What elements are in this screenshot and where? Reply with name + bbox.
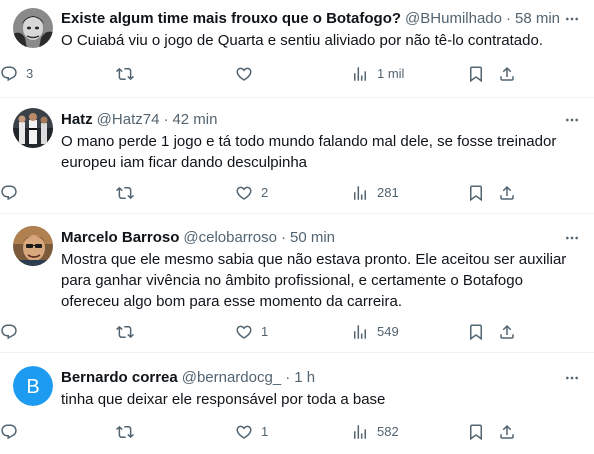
avatar[interactable]: B: [13, 366, 53, 406]
share-icon: [498, 323, 516, 341]
bookmark-icon: [467, 65, 485, 83]
retweet-icon: [116, 65, 134, 83]
avatar[interactable]: [13, 8, 53, 48]
bookmark-icon: [467, 423, 485, 441]
tweet-item[interactable]: Marcelo Barroso @celobarroso · 50 min Mo…: [0, 214, 594, 353]
avatar[interactable]: [13, 226, 53, 266]
bookmark-button[interactable]: [467, 183, 485, 203]
retweet-button[interactable]: [116, 422, 142, 442]
retweet-icon: [116, 323, 134, 341]
reply-button[interactable]: [0, 183, 26, 203]
reply-button[interactable]: [0, 322, 26, 342]
separator-dot: ·: [280, 229, 286, 246]
display-name[interactable]: Existe algum time mais frouxo que o Bota…: [61, 9, 401, 29]
view-count: 281: [377, 185, 399, 200]
heart-icon: [235, 323, 253, 341]
timestamp[interactable]: 58 min: [515, 9, 560, 29]
tweet-header: Hatz @Hatz74 · 42 min: [61, 110, 580, 130]
view-count: 549: [377, 324, 399, 339]
views-chart-icon: [351, 423, 369, 441]
share-button[interactable]: [498, 183, 516, 203]
reply-icon: [0, 65, 18, 83]
retweet-icon: [116, 423, 134, 441]
action-bar: 2 281: [0, 183, 594, 203]
share-button[interactable]: [498, 64, 516, 84]
reply-count: 3: [26, 66, 34, 81]
share-icon: [498, 423, 516, 441]
bookmark-icon: [467, 184, 485, 202]
separator-dot: ·: [285, 369, 291, 386]
share-button[interactable]: [498, 422, 516, 442]
user-handle[interactable]: @bernardocg_: [182, 368, 281, 388]
reply-icon: [0, 423, 18, 441]
action-bar: 1 549: [0, 322, 594, 342]
heart-icon: [235, 65, 253, 83]
more-options-icon[interactable]: [564, 11, 580, 27]
tweet-text: O mano perde 1 jogo e tá todo mundo fala…: [61, 133, 557, 171]
like-count: 2: [261, 185, 269, 200]
retweet-icon: [116, 184, 134, 202]
reply-button[interactable]: [0, 422, 26, 442]
tweet-text: Mostra que ele mesmo sabia que não estav…: [61, 251, 567, 310]
heart-icon: [235, 423, 253, 441]
tweet-text: O Cuiabá viu o jogo de Quarta e sentiu a…: [61, 32, 543, 49]
share-button[interactable]: [498, 322, 516, 342]
tweet-header: Marcelo Barroso @celobarroso · 50 min: [61, 228, 580, 248]
display-name[interactable]: Hatz: [61, 110, 93, 130]
reply-icon: [0, 323, 18, 341]
views-button[interactable]: 582: [351, 422, 399, 442]
share-icon: [498, 65, 516, 83]
share-icon: [498, 184, 516, 202]
heart-icon: [235, 184, 253, 202]
action-bar: 1 582: [0, 422, 594, 442]
views-button[interactable]: 281: [351, 183, 399, 203]
more-options-icon[interactable]: [564, 370, 580, 386]
view-count: 582: [377, 424, 399, 439]
action-bar: 3 1 mil: [0, 64, 594, 84]
reply-button[interactable]: 3: [0, 64, 33, 84]
retweet-button[interactable]: [116, 64, 142, 84]
more-options-icon[interactable]: [564, 230, 580, 246]
timestamp[interactable]: 42 min: [172, 110, 217, 130]
separator-dot: ·: [163, 111, 169, 128]
separator-dot: ·: [505, 10, 511, 27]
retweet-button[interactable]: [116, 183, 142, 203]
views-chart-icon: [351, 323, 369, 341]
retweet-button[interactable]: [116, 322, 142, 342]
like-button[interactable]: 1: [235, 322, 268, 342]
bookmark-button[interactable]: [467, 422, 485, 442]
views-button[interactable]: 1 mil: [351, 64, 404, 84]
tweet-header: Bernardo correa @bernardocg_ · 1 h: [61, 368, 580, 388]
reply-feed: Existe algum time mais frouxo que o Bota…: [0, 0, 594, 454]
bookmark-button[interactable]: [467, 64, 485, 84]
like-button[interactable]: [235, 64, 261, 84]
like-count: 1: [261, 424, 269, 439]
avatar-letter: B: [26, 376, 39, 398]
display-name[interactable]: Marcelo Barroso: [61, 228, 179, 248]
display-name[interactable]: Bernardo correa: [61, 368, 178, 388]
tweet-header: Existe algum time mais frouxo que o Bota…: [61, 9, 580, 29]
bookmark-button[interactable]: [467, 322, 485, 342]
like-count: 1: [261, 324, 269, 339]
view-count: 1 mil: [377, 66, 405, 81]
avatar[interactable]: [13, 108, 53, 148]
user-handle[interactable]: @celobarroso: [183, 228, 277, 248]
user-handle[interactable]: @BHumilhado: [405, 9, 502, 29]
reply-icon: [0, 184, 18, 202]
like-button[interactable]: 2: [235, 183, 268, 203]
tweet-item[interactable]: B Bernardo correa @bernardocg_ · 1 h tin…: [0, 353, 594, 454]
views-chart-icon: [351, 184, 369, 202]
bookmark-icon: [467, 323, 485, 341]
timestamp[interactable]: 1 h: [294, 368, 315, 388]
tweet-item[interactable]: Hatz @Hatz74 · 42 min O mano perde 1 jog…: [0, 98, 594, 214]
more-options-icon[interactable]: [564, 112, 580, 128]
views-chart-icon: [351, 65, 369, 83]
user-handle[interactable]: @Hatz74: [97, 110, 160, 130]
timestamp[interactable]: 50 min: [290, 228, 335, 248]
tweet-item[interactable]: Existe algum time mais frouxo que o Bota…: [0, 0, 594, 98]
views-button[interactable]: 549: [351, 322, 399, 342]
tweet-text: tinha que deixar ele responsável por tod…: [61, 391, 386, 408]
like-button[interactable]: 1: [235, 422, 268, 442]
